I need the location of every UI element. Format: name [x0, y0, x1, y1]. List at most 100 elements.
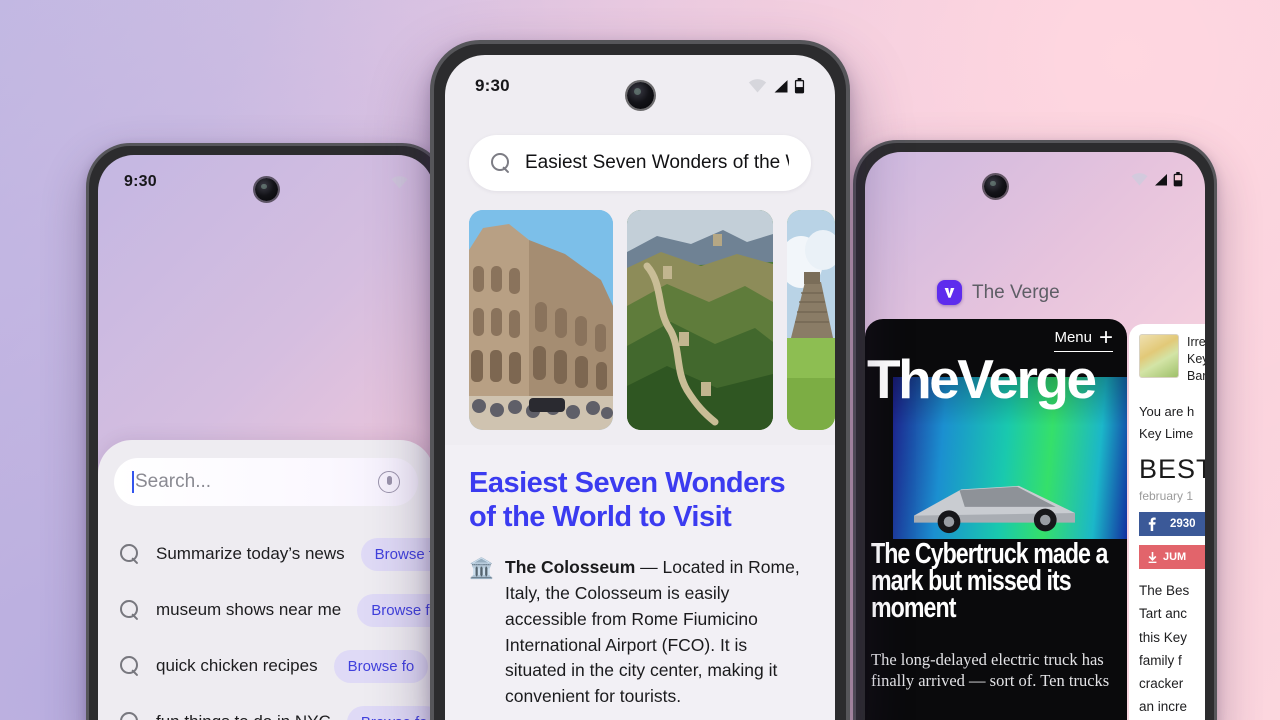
- classical-building-emoji: 🏛️: [469, 557, 494, 580]
- recipe-header-text: Irre Key Bar: [1187, 334, 1205, 385]
- center-status-icons: [748, 78, 805, 94]
- browse-for-chip[interactable]: Browse fo: [333, 649, 429, 683]
- suggestion-label: quick chicken recipes: [156, 656, 318, 675]
- list-item[interactable]: museum shows near me Browse fo: [98, 582, 434, 638]
- search-icon: [120, 656, 140, 676]
- right-phone-screen: The Verge Menu + TheVerge The Cybertruck…: [865, 152, 1205, 720]
- text-cursor: [132, 471, 134, 493]
- right-phone-volume-down-button[interactable]: [1215, 487, 1217, 539]
- recipe-body-text: The Bes Tart anс this Key family f crack…: [1139, 579, 1205, 720]
- recipe-body-line-1: The Bes: [1139, 583, 1190, 599]
- list-item: 🏛️ The Colosseum — Located in Rome, Ital…: [469, 555, 811, 710]
- left-suggestion-list: Summarize today’s news Browse fo museum …: [98, 526, 434, 720]
- screenshot-canvas: 9:30 Search... Summarize today’s news Br…: [0, 0, 1280, 720]
- recipe-header-line-2: Key: [1187, 351, 1205, 366]
- page-title: Easiest Seven Wonders of the World to Vi…: [469, 467, 786, 533]
- bullet-text: The Colosseum — Located in Rome, Italy, …: [505, 555, 811, 710]
- center-search-bar[interactable]: Easiest Seven Wonders of the W…: [469, 135, 811, 191]
- signal-icon: [1155, 173, 1167, 185]
- facebook-share-button[interactable]: 2930: [1139, 512, 1205, 537]
- recipe-header-line-3: Bar: [1187, 368, 1205, 383]
- left-phone-volume-button[interactable]: [86, 296, 88, 330]
- left-status-bar: 9:30: [98, 155, 434, 209]
- search-icon: [120, 544, 140, 564]
- wifi-icon: [1131, 172, 1148, 185]
- left-phone-device: 9:30 Search... Summarize today’s news Br…: [86, 143, 446, 720]
- center-phone-device: 9:30 Easiest Seven Wonders of the Easies…: [430, 40, 850, 720]
- right-phone-volume-up-button[interactable]: [1215, 415, 1217, 467]
- right-phone-device: The Verge Menu + TheVerge The Cybertruck…: [853, 140, 1217, 720]
- recipe-body-line-4: family f: [1139, 652, 1182, 668]
- center-phone-volume-button[interactable]: [847, 272, 850, 338]
- list-item[interactable]: fun things to do in NYC Browse fo: [98, 694, 434, 720]
- search-icon: [120, 712, 140, 720]
- recipe-thumbnail: [1139, 334, 1179, 378]
- recipe-body-line-3: this Key: [1139, 629, 1188, 645]
- recipe-article-card[interactable]: Irre Key Bar You are h Key Lime BEST feb…: [1129, 324, 1205, 720]
- recipe-body-line-6: an incre: [1139, 699, 1188, 715]
- left-phone-power-button[interactable]: [86, 342, 88, 376]
- suggestion-label: Summarize today’s news: [156, 544, 345, 563]
- browse-for-chip[interactable]: Browse fo: [357, 593, 434, 627]
- center-phone-power-button[interactable]: [847, 214, 850, 254]
- jump-to-recipe-button[interactable]: JUM: [1139, 545, 1205, 570]
- verge-masthead: TheVerge: [867, 348, 1097, 410]
- recipe-header-line-1: Irre: [1187, 335, 1205, 349]
- recipe-intro-line-1: You are h: [1139, 403, 1195, 419]
- suggestion-label: museum shows near me: [156, 600, 342, 619]
- right-status-icons: [1131, 171, 1183, 187]
- plus-icon: +: [1098, 323, 1113, 351]
- wifi-icon: [748, 79, 767, 93]
- center-status-clock: 9:30: [475, 76, 510, 95]
- left-status-icons: [391, 175, 408, 189]
- facebook-icon: [1148, 517, 1156, 532]
- jump-button-label: JUM: [1163, 551, 1187, 564]
- bullet-title: The Colosseum: [505, 556, 636, 577]
- suggestion-label: fun things to do in NYC: [156, 712, 331, 720]
- left-search-placeholder: Search...: [135, 471, 212, 492]
- verge-article-subhead: The long-delayed electric truck has fina…: [871, 650, 1110, 691]
- browse-for-chip[interactable]: Browse fo: [360, 537, 434, 571]
- battery-icon: [1173, 171, 1183, 186]
- image-carousel[interactable]: [469, 210, 835, 430]
- left-search-sheet: Search... Summarize today’s news Browse …: [98, 440, 434, 720]
- wifi-icon: [391, 175, 408, 188]
- cybertruck-illustration: [914, 485, 1075, 534]
- verge-app-name: The Verge: [972, 281, 1060, 303]
- left-search-input[interactable]: Search...: [114, 458, 418, 506]
- left-phone-screen: 9:30 Search... Summarize today’s news Br…: [98, 155, 434, 720]
- center-status-bar: 9:30: [445, 55, 835, 117]
- center-search-query: Easiest Seven Wonders of the W…: [525, 152, 789, 173]
- center-phone-screen: 9:30 Easiest Seven Wonders of the Easies…: [445, 55, 835, 720]
- recipe-date: february 1: [1139, 489, 1194, 504]
- download-arrow-icon: [1148, 551, 1157, 563]
- right-phone-power-button[interactable]: [1215, 343, 1217, 395]
- left-status-clock: 9:30: [124, 173, 157, 190]
- right-status-bar: [865, 152, 1205, 206]
- facebook-share-count: 2930: [1170, 518, 1196, 531]
- recipe-header: Irre Key Bar: [1139, 334, 1205, 385]
- recipe-best-heading: BEST: [1139, 454, 1205, 485]
- great-wall-photo[interactable]: [627, 210, 773, 430]
- search-icon: [491, 153, 511, 173]
- bullet-body: — Located in Rome, Italy, the Colosseum …: [505, 556, 800, 707]
- list-item[interactable]: quick chicken recipes Browse fo: [98, 638, 434, 694]
- browse-for-chip[interactable]: Browse fo: [346, 705, 434, 720]
- verge-article-headline: The Cybertruck made a mark but missed it…: [871, 538, 1108, 624]
- signal-icon: [774, 80, 788, 93]
- recipe-body-line-5: cracker: [1139, 676, 1184, 691]
- mic-icon[interactable]: [378, 471, 400, 493]
- verge-menu-label: Menu: [1054, 329, 1092, 346]
- verge-article-card[interactable]: Menu + TheVerge The Cybertruck made a ma…: [865, 319, 1127, 720]
- search-icon: [120, 600, 140, 620]
- recipe-intro-lines: You are h Key Lime: [1139, 401, 1205, 447]
- chichen-itza-photo[interactable]: [787, 210, 835, 430]
- colosseum-photo[interactable]: [469, 210, 613, 430]
- battery-icon: [794, 78, 805, 94]
- article-content: Easiest Seven Wonders of the World to Vi…: [445, 445, 835, 720]
- recipe-intro-line-2: Key Lime: [1139, 426, 1194, 442]
- verge-app-label: The Verge: [937, 280, 1060, 305]
- verge-logo-icon: [937, 280, 962, 305]
- list-item[interactable]: Summarize today’s news Browse fo: [98, 526, 434, 582]
- recipe-body-line-2: Tart anс: [1139, 606, 1188, 622]
